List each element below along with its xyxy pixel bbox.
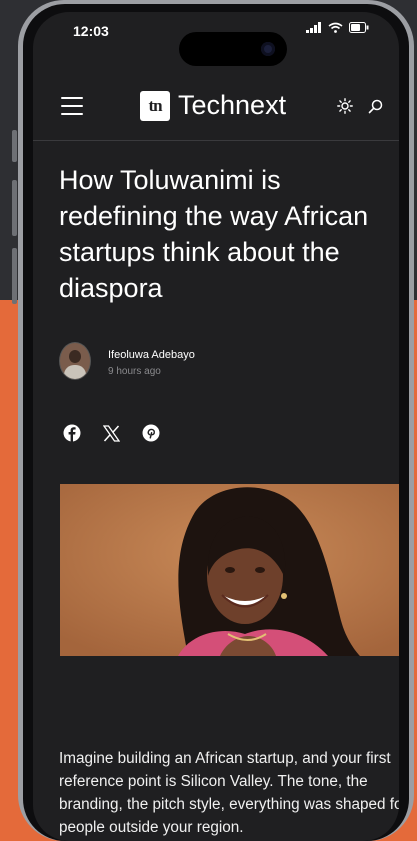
publish-time: 9 hours ago bbox=[108, 366, 161, 377]
hamburger-menu-icon[interactable] bbox=[61, 97, 83, 115]
x-icon[interactable] bbox=[103, 424, 120, 442]
share-buttons bbox=[63, 424, 160, 442]
author-name[interactable]: Ifeoluwa Adebayo bbox=[108, 349, 195, 361]
status-time: 12:03 bbox=[73, 23, 109, 39]
front-camera bbox=[261, 42, 275, 56]
phone-screen: 12:03 tn Technext How Toluwanimi is rede… bbox=[33, 12, 399, 841]
theme-toggle-sun-icon[interactable] bbox=[337, 98, 353, 114]
portrait-illustration bbox=[60, 484, 399, 656]
article-title: How Toluwanimi is redefining the way Afr… bbox=[59, 165, 369, 303]
header-divider bbox=[33, 140, 399, 141]
phone-side-button bbox=[12, 248, 17, 304]
search-icon[interactable] bbox=[368, 99, 383, 114]
article-hero-image bbox=[60, 484, 399, 656]
article-body: Imagine building an African startup, and… bbox=[59, 750, 399, 836]
battery-icon bbox=[349, 22, 369, 33]
status-icons bbox=[306, 22, 369, 33]
logo-text: Technext bbox=[178, 90, 287, 120]
facebook-icon[interactable] bbox=[63, 424, 81, 442]
pinterest-icon[interactable] bbox=[142, 424, 160, 442]
site-logo[interactable]: tn Technext bbox=[140, 90, 286, 121]
phone-bezel: 12:03 tn Technext How Toluwanimi is rede… bbox=[23, 4, 409, 841]
phone-frame: 12:03 tn Technext How Toluwanimi is rede… bbox=[18, 0, 414, 841]
dynamic-island bbox=[179, 32, 287, 66]
author-avatar[interactable] bbox=[59, 342, 91, 380]
logo-mark: tn bbox=[140, 90, 170, 121]
phone-side-button bbox=[12, 130, 17, 162]
site-header: tn Technext bbox=[33, 82, 399, 132]
signal-icon bbox=[306, 22, 321, 33]
phone-side-button bbox=[12, 180, 17, 236]
wifi-icon bbox=[328, 22, 343, 33]
